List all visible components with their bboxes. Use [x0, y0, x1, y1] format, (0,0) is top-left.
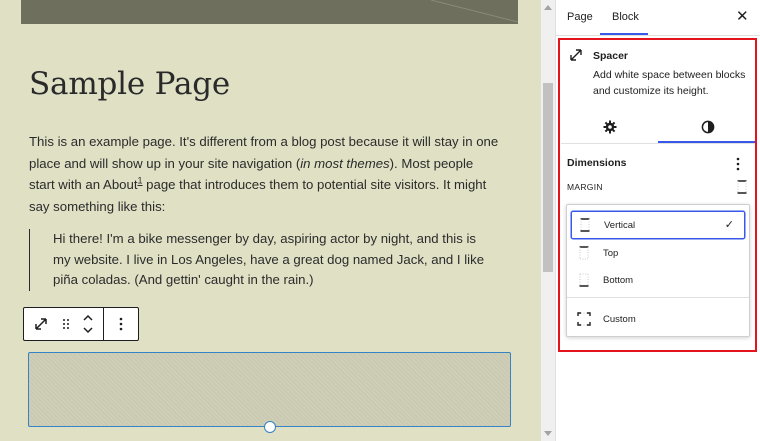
side-top-icon	[577, 246, 591, 260]
more-options-icon	[736, 157, 740, 171]
styles-contrast-icon	[701, 120, 714, 133]
dropdown-divider	[567, 297, 749, 298]
option-vertical[interactable]: Vertical ✓	[571, 211, 745, 239]
block-card-title: Spacer	[593, 50, 629, 62]
scroll-down-icon[interactable]	[544, 431, 552, 436]
margin-sides-toggle[interactable]	[737, 179, 747, 198]
more-options-icon	[119, 317, 123, 331]
tab-styles[interactable]	[658, 110, 757, 143]
tab-block[interactable]: Block	[612, 11, 639, 23]
sides-custom-icon	[577, 312, 591, 326]
scroll-thumb[interactable]	[543, 83, 553, 272]
option-label: Top	[603, 247, 619, 259]
close-icon[interactable]: ✕	[736, 9, 749, 24]
drag-handle-icon	[62, 319, 69, 329]
tab-page[interactable]: Page	[567, 11, 593, 23]
resize-icon	[35, 318, 47, 330]
dimensions-panel-title: Dimensions	[567, 157, 627, 169]
paragraph-emphasis: in most themes	[300, 155, 390, 171]
dimensions-options-button[interactable]	[736, 156, 740, 175]
option-bottom[interactable]: Bottom	[571, 266, 745, 294]
option-custom[interactable]: Custom	[571, 305, 745, 333]
option-label: Vertical	[604, 219, 636, 231]
option-label: Custom	[603, 313, 636, 325]
more-options-button[interactable]	[104, 308, 138, 340]
option-label: Bottom	[603, 274, 634, 286]
move-up-down-icon	[83, 314, 93, 334]
sides-vertical-icon	[737, 180, 747, 194]
spacer-block[interactable]	[28, 352, 511, 427]
scroll-up-icon[interactable]	[544, 5, 552, 10]
tab-settings[interactable]	[561, 110, 658, 143]
page-title[interactable]: Sample Page	[29, 66, 230, 102]
featured-image-graphic	[430, 0, 518, 23]
settings-gear-icon	[603, 120, 616, 133]
spacer-block-icon	[568, 47, 584, 67]
margin-sides-dropdown: Vertical ✓ Top Bottom Custom	[566, 204, 750, 337]
block-type-button[interactable]	[24, 308, 58, 340]
quote-block[interactable]: Hi there! I'm a bike messenger by day, a…	[29, 229, 499, 291]
active-tab-indicator	[600, 33, 648, 35]
move-up-down-button[interactable]	[74, 308, 104, 340]
check-icon: ✓	[724, 219, 734, 231]
quote-text: Hi there! I'm a bike messenger by day, a…	[53, 231, 485, 287]
editor-canvas: Sample Page This is an example page. It'…	[0, 0, 541, 441]
active-subtab-indicator	[658, 141, 756, 143]
editor-scrollbar[interactable]	[541, 0, 555, 441]
block-card-description: Add white space between blocks and custo…	[593, 69, 746, 97]
block-toolbar	[23, 307, 139, 341]
margin-label: MARGIN	[567, 182, 603, 192]
drag-handle-button[interactable]	[58, 308, 74, 340]
featured-image[interactable]	[21, 0, 518, 24]
option-top[interactable]: Top	[571, 239, 745, 267]
intro-paragraph[interactable]: This is an example page. It's different …	[29, 131, 499, 217]
block-inspector-tabs	[561, 110, 757, 144]
sidebar-tabs: Page Block ✕	[556, 0, 760, 36]
side-bottom-icon	[577, 273, 591, 287]
sides-vertical-icon	[578, 218, 592, 232]
spacer-resize-handle[interactable]	[264, 421, 276, 433]
